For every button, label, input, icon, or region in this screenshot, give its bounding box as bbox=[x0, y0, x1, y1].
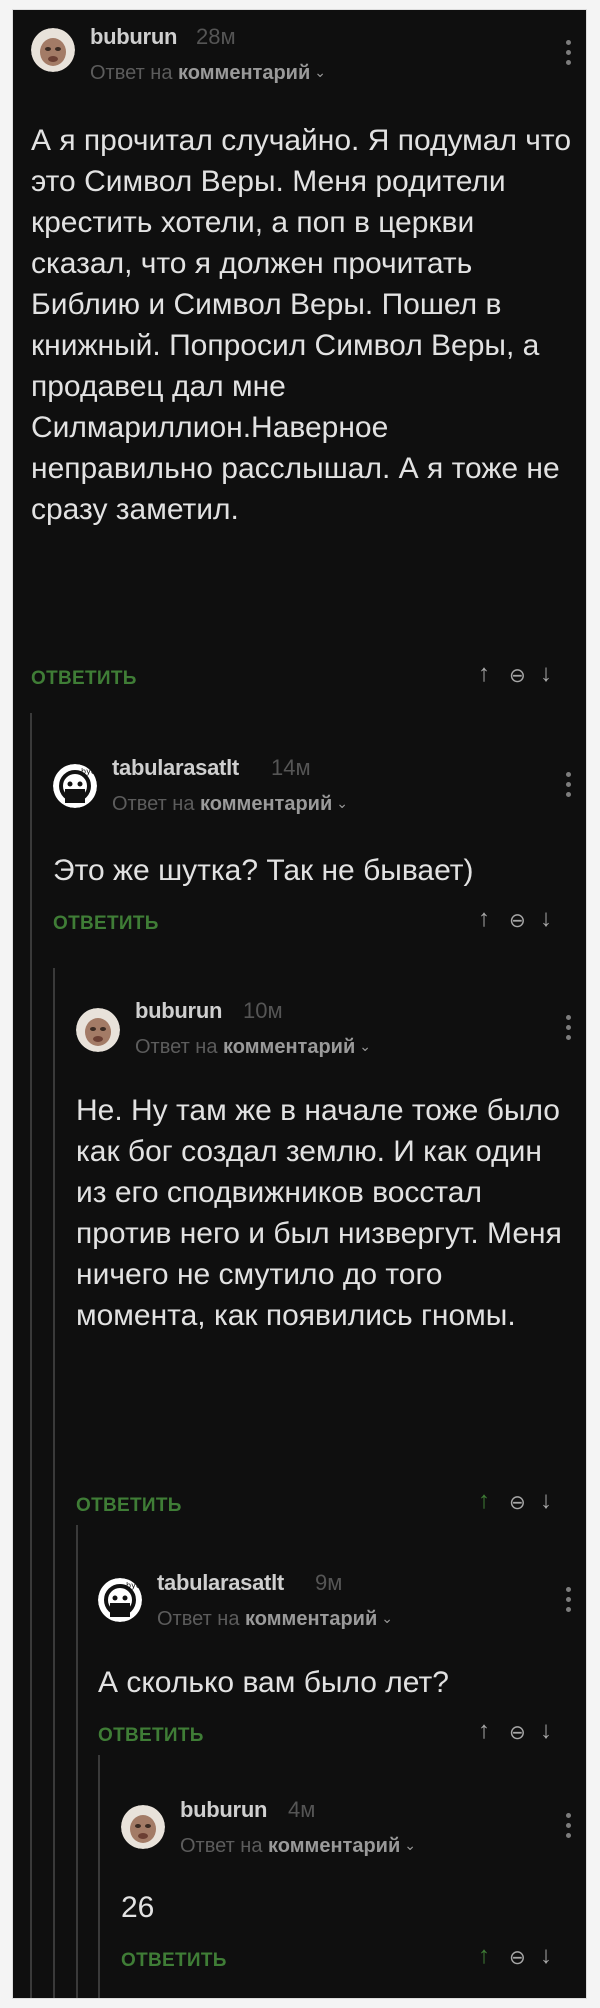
chevron-down-icon: ⌄ bbox=[359, 1038, 371, 1054]
chevron-down-icon: ⌄ bbox=[381, 1610, 393, 1626]
reply-button[interactable]: ОТВЕТИТЬ bbox=[53, 913, 159, 935]
bookmark-icon[interactable]: ⊖ bbox=[509, 1490, 526, 1515]
chevron-down-icon: ⌄ bbox=[314, 64, 326, 80]
comment-text: А я прочитал случайно. Я подумал что это… bbox=[31, 124, 571, 526]
arrow-up-icon[interactable]: ↑ bbox=[478, 1717, 490, 1745]
thread-line[interactable] bbox=[98, 1755, 100, 1998]
user-avatar-icon: bye bbox=[98, 1578, 142, 1622]
username[interactable]: buburun bbox=[180, 1797, 267, 1823]
comment-text: Это же шутка? Так не бывает) bbox=[53, 854, 474, 887]
more-options-icon[interactable] bbox=[566, 1813, 572, 1843]
chevron-down-icon: ⌄ bbox=[336, 795, 348, 811]
thread-line[interactable] bbox=[76, 1525, 78, 1998]
bookmark-icon[interactable]: ⊖ bbox=[509, 1945, 526, 1970]
timestamp: 10м bbox=[243, 998, 283, 1023]
bookmark-icon[interactable]: ⊖ bbox=[509, 908, 526, 933]
comment-thread: buburun 28м Ответ на комментарий ⌄ А я пр… bbox=[13, 10, 586, 1998]
reply-to-target: комментарий bbox=[245, 1608, 378, 1630]
avatar[interactable] bbox=[76, 1008, 120, 1052]
user-avatar-icon bbox=[121, 1805, 165, 1849]
arrow-up-icon[interactable]: ↑ bbox=[478, 660, 490, 688]
reply-to-prefix: Ответ на bbox=[112, 793, 195, 815]
timestamp: 14м bbox=[271, 755, 311, 780]
comment-actions: ↑ ⊖ ↓ bbox=[478, 905, 558, 935]
reply-to-target: комментарий bbox=[178, 62, 311, 84]
comment-text: Не. Ну там же в начале тоже было как бог… bbox=[76, 1094, 562, 1332]
avatar[interactable] bbox=[31, 28, 75, 72]
reply-to-target: комментарий bbox=[223, 1036, 356, 1058]
reply-to-prefix: Ответ на bbox=[157, 1608, 240, 1630]
more-options-icon[interactable] bbox=[566, 1015, 572, 1045]
reply-to-target: комментарий bbox=[200, 793, 333, 815]
reply-to-link[interactable]: Ответ на комментарий ⌄ bbox=[135, 1036, 371, 1059]
arrow-up-icon[interactable]: ↑ bbox=[478, 1942, 490, 1970]
timestamp: 9м bbox=[315, 1570, 343, 1595]
thread-line[interactable] bbox=[30, 713, 32, 1998]
comment-actions: ↑ ⊖ ↓ bbox=[478, 660, 558, 690]
user-avatar-icon bbox=[31, 28, 75, 72]
arrow-up-icon[interactable]: ↑ bbox=[478, 905, 490, 933]
more-options-icon[interactable] bbox=[566, 40, 572, 70]
user-avatar-icon bbox=[76, 1008, 120, 1052]
bookmark-icon[interactable]: ⊖ bbox=[509, 663, 526, 688]
comment-text: 26 bbox=[121, 1891, 155, 1924]
user-avatar-icon: bye bbox=[53, 764, 97, 808]
avatar[interactable]: bye bbox=[98, 1578, 142, 1622]
avatar[interactable] bbox=[121, 1805, 165, 1849]
svg-text:bye: bye bbox=[81, 767, 96, 776]
reply-to-link[interactable]: Ответ на комментарий ⌄ bbox=[180, 1835, 416, 1858]
reply-button[interactable]: ОТВЕТИТЬ bbox=[121, 1950, 227, 1972]
comment-actions: ↑ ⊖ ↓ bbox=[478, 1717, 558, 1747]
reply-to-link[interactable]: Ответ на комментарий ⌄ bbox=[112, 793, 348, 816]
svg-text:bye: bye bbox=[126, 1581, 141, 1590]
more-options-icon[interactable] bbox=[566, 772, 572, 802]
arrow-down-icon[interactable]: ↓ bbox=[540, 905, 552, 933]
username[interactable]: buburun bbox=[135, 998, 222, 1024]
reply-to-prefix: Ответ на bbox=[180, 1835, 263, 1857]
username[interactable]: tabularasatlt bbox=[157, 1570, 284, 1596]
comment-actions: ↑ ⊖ ↓ bbox=[478, 1942, 558, 1972]
reply-to-prefix: Ответ на bbox=[90, 62, 173, 84]
reply-to-prefix: Ответ на bbox=[135, 1036, 218, 1058]
reply-to-target: комментарий bbox=[268, 1835, 401, 1857]
reply-button[interactable]: ОТВЕТИТЬ bbox=[98, 1725, 204, 1747]
comment-text: А сколько вам было лет? bbox=[98, 1666, 449, 1699]
comment-actions: ↑ ⊖ ↓ bbox=[478, 1487, 558, 1517]
reply-to-link[interactable]: Ответ на комментарий ⌄ bbox=[157, 1608, 393, 1631]
reply-button[interactable]: ОТВЕТИТЬ bbox=[76, 1495, 182, 1517]
bookmark-icon[interactable]: ⊖ bbox=[509, 1720, 526, 1745]
arrow-down-icon[interactable]: ↓ bbox=[540, 660, 552, 688]
reply-to-link[interactable]: Ответ на комментарий ⌄ bbox=[90, 62, 326, 85]
arrow-down-icon[interactable]: ↓ bbox=[540, 1942, 552, 1970]
arrow-up-icon[interactable]: ↑ bbox=[478, 1487, 490, 1515]
arrow-down-icon[interactable]: ↓ bbox=[540, 1487, 552, 1515]
avatar[interactable]: bye bbox=[53, 764, 97, 808]
arrow-down-icon[interactable]: ↓ bbox=[540, 1717, 552, 1745]
timestamp: 28м bbox=[196, 24, 236, 49]
timestamp: 4м bbox=[288, 1797, 316, 1822]
chevron-down-icon: ⌄ bbox=[404, 1837, 416, 1853]
more-options-icon[interactable] bbox=[566, 1587, 572, 1617]
username[interactable]: tabularasatlt bbox=[112, 755, 239, 781]
reply-button[interactable]: ОТВЕТИТЬ bbox=[31, 668, 137, 690]
thread-line[interactable] bbox=[53, 968, 55, 1998]
username[interactable]: buburun bbox=[90, 24, 177, 50]
